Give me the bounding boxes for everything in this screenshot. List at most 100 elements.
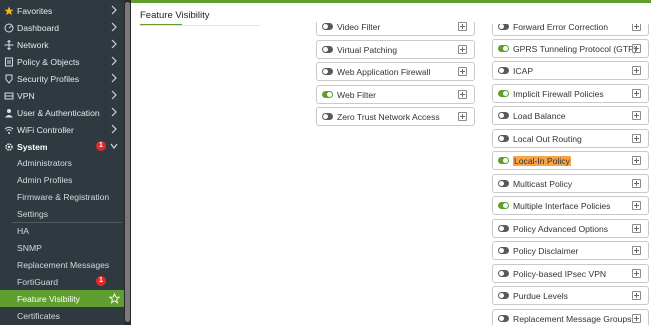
toggle-switch[interactable] (498, 90, 509, 97)
expand-plus-icon[interactable] (632, 291, 641, 300)
page-title: Feature Visibility (140, 10, 210, 21)
toggle-switch[interactable] (498, 135, 509, 142)
expand-plus-icon[interactable] (632, 44, 641, 53)
sidebar-item-administrators[interactable]: Administrators (0, 154, 124, 171)
sidebar-item-label: User & Authentication (17, 107, 100, 118)
expand-plus-icon[interactable] (632, 201, 641, 210)
feature-label: Video Filter (337, 21, 381, 32)
expand-plus-icon[interactable] (458, 90, 467, 99)
sidebar-item-label: Security Profiles (17, 73, 80, 84)
feature-multiple-interface-policies[interactable]: Multiple Interface Policies (492, 196, 649, 215)
toggle-switch[interactable] (498, 157, 509, 164)
sidebar-scrollbar[interactable] (124, 0, 131, 325)
toggle-switch[interactable] (498, 247, 509, 254)
expand-plus-icon[interactable] (632, 246, 641, 255)
expand-plus-icon[interactable] (632, 179, 641, 188)
feature-zero-trust-network-access[interactable]: Zero Trust Network Access (316, 107, 475, 126)
chevron-right-icon (111, 39, 117, 49)
sidebar-item-label: Dashboard (17, 22, 60, 33)
feature-gtp[interactable]: GPRS Tunneling Protocol (GTP) (492, 39, 649, 58)
scrollbar-thumb[interactable] (125, 2, 130, 322)
sidebar-item-wifi-controller[interactable]: WiFi Controller (0, 121, 124, 138)
chevron-right-icon (111, 73, 117, 83)
sidebar-item-firmware-registration[interactable]: Firmware & Registration (0, 188, 124, 205)
favorite-star-icon[interactable] (109, 293, 120, 304)
toggle-switch[interactable] (498, 315, 509, 322)
sidebar-item-policy-objects[interactable]: Policy & Objects (0, 53, 124, 70)
toggle-switch[interactable] (322, 23, 333, 30)
sidebar-item-vpn[interactable]: VPN (0, 87, 124, 104)
expand-plus-icon[interactable] (632, 66, 641, 75)
expand-plus-icon[interactable] (632, 24, 641, 31)
expand-plus-icon[interactable] (632, 314, 641, 323)
feature-icap[interactable]: ICAP (492, 61, 649, 80)
sidebar-item-admin-profiles[interactable]: Admin Profiles (0, 171, 124, 188)
feature-policy-based-ipsec-vpn[interactable]: Policy-based IPsec VPN (492, 264, 649, 283)
feature-local-out-routing[interactable]: Local Out Routing (492, 129, 649, 148)
feature-web-filter[interactable]: Web Filter (316, 85, 475, 104)
sidebar-item-certificates[interactable]: Certificates (0, 307, 124, 324)
sidebar-item-settings[interactable]: Settings (0, 205, 124, 222)
sidebar-item-feature-visibility[interactable]: Feature Visibility (0, 290, 124, 307)
feature-label: Load Balance (513, 110, 566, 121)
sidebar-item-security-profiles[interactable]: Security Profiles (0, 70, 124, 87)
sidebar-item-user-authentication[interactable]: User & Authentication (0, 104, 124, 121)
toggle-switch[interactable] (498, 45, 509, 52)
expand-plus-icon[interactable] (458, 112, 467, 121)
sidebar-item-favorites[interactable]: Favorites (0, 2, 124, 19)
toggle-switch[interactable] (498, 24, 509, 30)
feature-forward-error-correction[interactable]: Forward Error Correction (492, 21, 649, 36)
sidebar-item-snmp[interactable]: SNMP (0, 239, 124, 256)
feature-web-application-firewall[interactable]: Web Application Firewall (316, 62, 475, 81)
toggle-switch[interactable] (498, 112, 509, 119)
toggle-switch[interactable] (498, 67, 509, 74)
expand-plus-icon[interactable] (458, 45, 467, 54)
toggle-switch[interactable] (498, 225, 509, 232)
toggle-switch[interactable] (498, 180, 509, 187)
feature-label: Policy-based IPsec VPN (513, 268, 607, 279)
sidebar-item-replacement-messages[interactable]: Replacement Messages (0, 256, 124, 273)
feature-label: ICAP (513, 65, 534, 76)
expand-plus-icon[interactable] (632, 111, 641, 120)
sidebar-item-network[interactable]: Network (0, 36, 124, 53)
expand-plus-icon[interactable] (458, 22, 467, 31)
sidebar-item-dashboard[interactable]: Dashboard (0, 19, 124, 36)
feature-policy-disclaimer[interactable]: Policy Disclaimer (492, 241, 649, 260)
sidebar-item-ha[interactable]: HA (0, 222, 124, 239)
expand-plus-icon[interactable] (632, 224, 641, 233)
sidebar-item-fortiguard[interactable]: FortiGuard 1 (0, 273, 124, 290)
chevron-right-icon (111, 107, 117, 117)
feature-policy-advanced-options[interactable]: Policy Advanced Options (492, 219, 649, 238)
toggle-switch[interactable] (322, 68, 333, 75)
expand-plus-icon[interactable] (632, 134, 641, 143)
feature-label: Multiple Interface Policies (513, 200, 611, 211)
sidebar-item-label: Replacement Messages (17, 259, 110, 270)
feature-label-highlighted: Local-In Policy (513, 155, 571, 166)
feature-video-filter[interactable]: Video Filter (316, 21, 475, 36)
toggle-switch[interactable] (498, 270, 509, 277)
feature-label: Purdue Levels (513, 290, 568, 301)
feature-multicast-policy[interactable]: Multicast Policy (492, 174, 649, 193)
sidebar-item-label: Firmware & Registration (17, 191, 110, 202)
toggle-switch[interactable] (498, 292, 509, 299)
sidebar-item-system[interactable]: System 1 (0, 138, 124, 155)
feature-load-balance[interactable]: Load Balance (492, 106, 649, 125)
chevron-down-icon (110, 143, 118, 149)
expand-plus-icon[interactable] (458, 67, 467, 76)
toggle-switch[interactable] (498, 202, 509, 209)
toggle-switch[interactable] (322, 91, 333, 98)
feature-virtual-patching[interactable]: Virtual Patching (316, 40, 475, 59)
feature-implicit-firewall-policies[interactable]: Implicit Firewall Policies (492, 84, 649, 103)
feature-local-in-policy[interactable]: Local-In Policy (492, 151, 649, 170)
feature-purdue-levels[interactable]: Purdue Levels (492, 286, 649, 305)
toggle-switch[interactable] (322, 46, 333, 53)
chevron-right-icon (111, 90, 117, 100)
expand-plus-icon[interactable] (632, 269, 641, 278)
tab-divider (140, 25, 260, 26)
sidebar: Favorites Dashboard Network Policy & Obj… (0, 0, 124, 325)
expand-plus-icon[interactable] (632, 89, 641, 98)
toggle-switch[interactable] (322, 113, 333, 120)
feature-replacement-message-groups[interactable]: Replacement Message Groups (492, 309, 649, 325)
expand-plus-icon[interactable] (632, 156, 641, 165)
feature-label: Forward Error Correction (513, 21, 609, 32)
